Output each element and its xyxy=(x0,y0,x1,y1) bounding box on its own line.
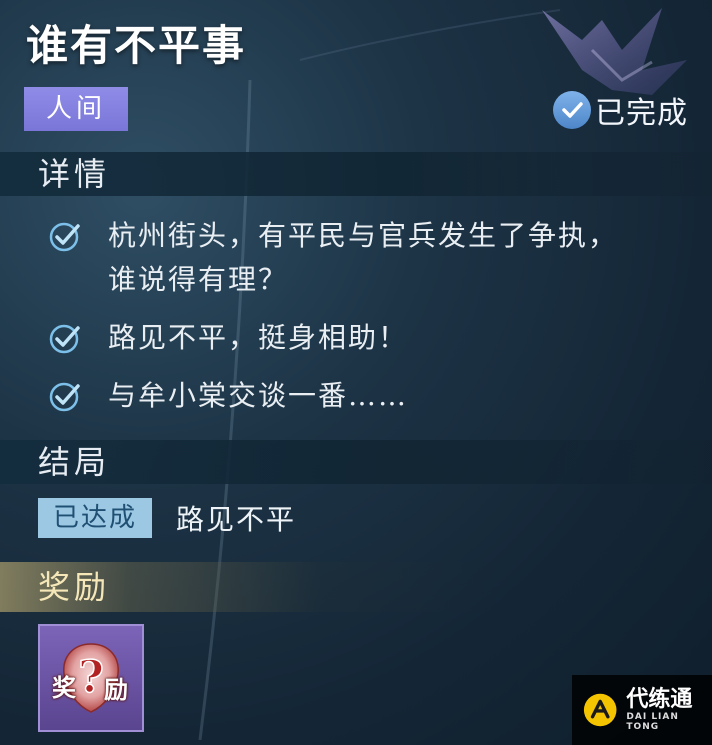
check-circle-icon xyxy=(553,91,591,129)
ending-row: 已达成 路见不平 xyxy=(38,498,296,538)
watermark-subtitle: DAI LIAN TONG xyxy=(626,712,679,732)
check-circle-icon xyxy=(49,382,80,412)
status-label: 已完成 xyxy=(595,96,688,131)
ending-header-bar: 结局 xyxy=(0,440,712,484)
mystery-reward-icon: ? 奖 励 xyxy=(50,640,132,716)
detail-text-line: 与牟小棠交谈一番…… xyxy=(108,379,409,412)
quest-title: 谁有不平事 xyxy=(26,21,247,70)
daliantong-logo-icon xyxy=(583,693,617,727)
ending-name: 路见不平 xyxy=(176,503,297,536)
detail-item: 路见不平，挺身相助！ xyxy=(48,316,688,360)
detail-text-line: 杭州街头，有平民与官兵发生了争执， xyxy=(108,219,619,252)
reward-heading: 奖励 xyxy=(38,568,111,606)
watermark: 代练通 DAI LIAN TONG xyxy=(572,675,712,745)
reward-char-right: 励 xyxy=(104,675,128,704)
quest-category-tag: 人间 xyxy=(24,87,128,131)
ending-heading: 结局 xyxy=(38,443,111,481)
detail-item: 与牟小棠交谈一番…… xyxy=(48,374,688,418)
check-circle-icon xyxy=(49,324,80,354)
watermark-name: 代练通 xyxy=(626,687,693,712)
detail-text-line: 谁说得有理？ xyxy=(108,263,289,296)
reward-char-left: 奖 xyxy=(52,673,76,702)
ending-achieved-badge: 已达成 xyxy=(38,498,152,538)
detail-item: 杭州街头，有平民与官兵发生了争执， 谁说得有理？ xyxy=(48,214,688,302)
detail-list: 杭州街头，有平民与官兵发生了争执， 谁说得有理？ 路见不平，挺身相助！ 与牟小棠… xyxy=(48,214,688,432)
details-heading: 详情 xyxy=(38,155,111,193)
purple-wing-emblem xyxy=(542,8,687,95)
detail-text-line: 路见不平，挺身相助！ xyxy=(108,321,409,354)
details-header-bar: 详情 xyxy=(0,152,712,196)
reward-item-slot[interactable]: ? 奖 励 xyxy=(38,624,144,732)
check-circle-icon xyxy=(49,222,80,252)
completion-status: 已完成 xyxy=(553,90,688,131)
reward-question-mark: ? xyxy=(78,652,104,703)
